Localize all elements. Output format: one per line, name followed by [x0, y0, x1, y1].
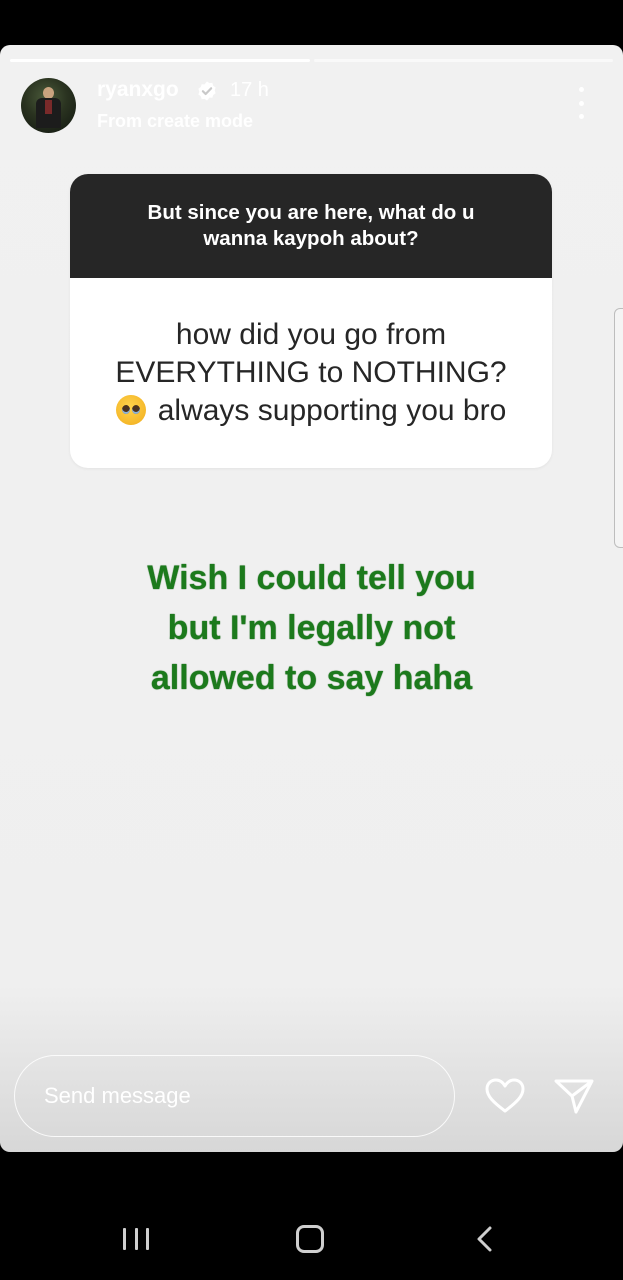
pleading-face-emoji-icon	[115, 395, 146, 425]
edge-panel-handle[interactable]	[614, 308, 623, 548]
home-icon[interactable]	[296, 1225, 324, 1253]
story-subtitle: From create mode	[97, 111, 254, 131]
story-viewer[interactable]: ryanxgo 17 h From create mode But since …	[0, 45, 623, 1152]
send-message-field[interactable]	[14, 1055, 455, 1137]
recent-bar	[146, 1228, 149, 1250]
heart-icon[interactable]	[485, 1078, 525, 1114]
recent-apps-icon[interactable]	[123, 1228, 149, 1250]
caption-line: Wish I could tell you	[147, 559, 476, 597]
more-vertical-icon[interactable]	[570, 87, 592, 119]
caption-line: allowed to say haha	[150, 659, 473, 697]
system-navigation-bar	[0, 1195, 623, 1280]
caption-line: but I'm legally not	[167, 609, 456, 647]
question-prompt: But since you are here, what do u wanna …	[70, 174, 552, 278]
send-message-input[interactable]	[42, 1082, 454, 1110]
username[interactable]: ryanxgo	[97, 78, 179, 102]
recent-bar	[134, 1228, 138, 1250]
recent-bar	[123, 1228, 126, 1250]
question-sticker[interactable]: But since you are here, what do u wanna …	[70, 174, 552, 468]
story-caption: Wish I could tell you but I'm legally no…	[80, 553, 543, 703]
more-dot	[578, 87, 584, 92]
avatar-shirt	[45, 100, 52, 114]
story-progress-bar	[10, 59, 613, 62]
answer-line: how did you go from	[175, 318, 447, 351]
story-timestamp: 17 h	[230, 79, 269, 101]
question-answer: how did you go from EVERYTHING to NOTHIN…	[70, 278, 552, 468]
more-dot	[578, 100, 584, 106]
question-answer-text: how did you go from EVERYTHING to NOTHIN…	[115, 316, 506, 430]
send-icon[interactable]	[554, 1078, 594, 1114]
avatar[interactable]	[21, 78, 76, 133]
progress-segment-1	[10, 59, 310, 62]
progress-segment-2	[313, 59, 613, 62]
back-icon[interactable]	[474, 1225, 496, 1253]
answer-line: EVERYTHING to NOTHING?	[115, 356, 507, 389]
answer-line: always supporting you bro	[157, 394, 507, 427]
verified-badge-icon	[198, 81, 216, 101]
more-dot	[578, 114, 584, 119]
answer-line-with-emoji: always supporting you bro	[115, 392, 506, 430]
